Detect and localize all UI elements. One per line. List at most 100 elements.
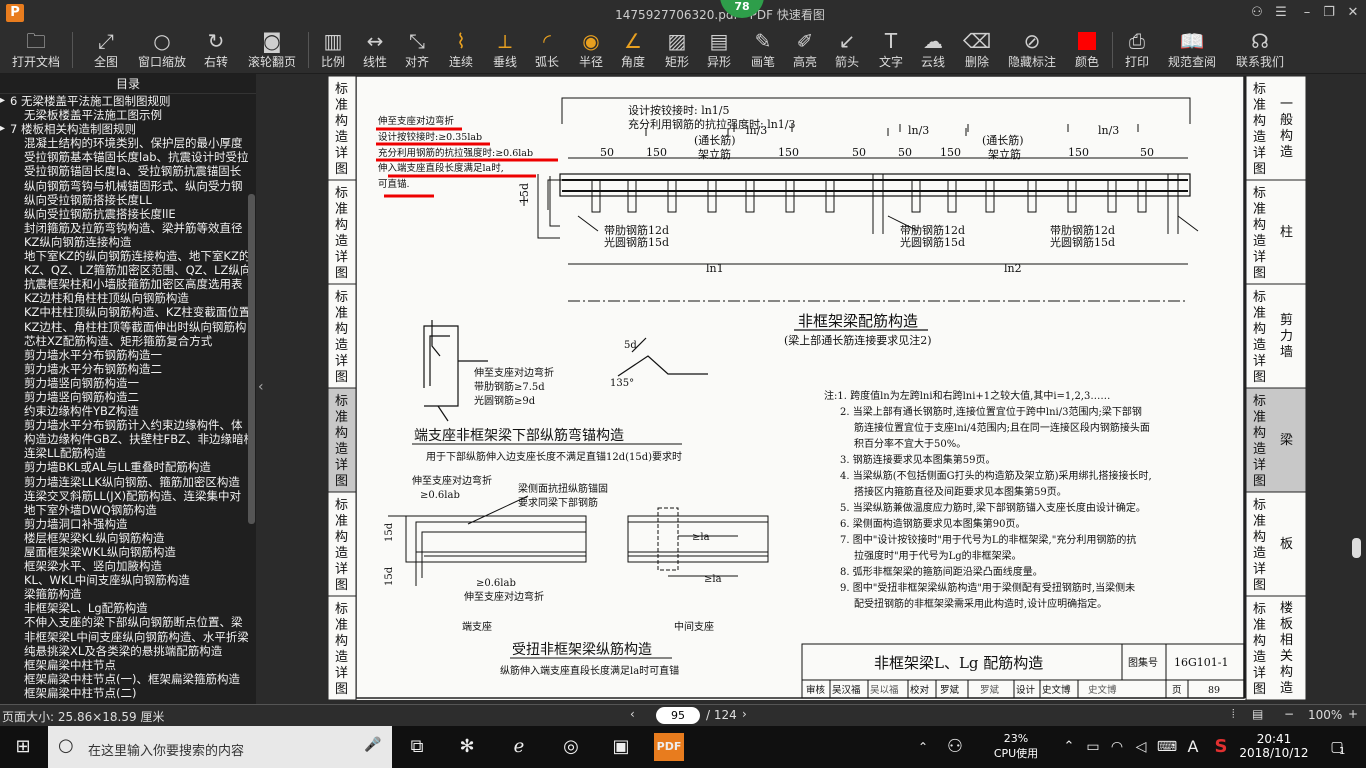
full-view-button[interactable]: ⤢ 全图: [86, 28, 126, 72]
outline-item[interactable]: 框架梁水平、竖向加腋构造: [0, 559, 248, 573]
outline-item[interactable]: 楼层框架梁KL纵向钢筋构造: [0, 531, 248, 545]
outline-item[interactable]: KZ边柱、角柱柱顶等截面伸出时纵向钢筋构: [0, 320, 248, 334]
maximize-button[interactable]: ❐: [1320, 4, 1338, 22]
outline-item[interactable]: 约束边缘构件YBZ构造: [0, 404, 248, 418]
outline-item[interactable]: 屋面框架梁WKL纵向钢筋构造: [0, 545, 248, 559]
radius-button[interactable]: ◉ 半径: [574, 28, 608, 72]
cpu-monitor[interactable]: 23% CPU使用: [990, 726, 1042, 768]
outline-item[interactable]: 构造边缘构件GBZ、扶壁柱FBZ、非边缘暗柱: [0, 432, 248, 446]
outline-item[interactable]: 框架扁梁中柱节点(二): [0, 686, 248, 700]
delete-button[interactable]: ⌫ 删除: [960, 28, 994, 72]
menu-icon[interactable]: ☰: [1272, 4, 1290, 22]
windows-start-icon[interactable]: ⊞: [8, 733, 38, 761]
text-button[interactable]: T 文字: [874, 28, 908, 72]
sogou-ime-icon[interactable]: S: [1206, 733, 1236, 761]
linear-button[interactable]: ↔ 线性: [358, 28, 392, 72]
outline-item[interactable]: 剪力墙水平分布钢筋构造二: [0, 362, 248, 376]
sidebar-scrollbar[interactable]: [248, 194, 255, 524]
outline-item[interactable]: 框架扁梁中柱节点: [0, 658, 248, 672]
taskbar-search-box[interactable]: ○ 在这里输入你要搜索的内容 🎤: [48, 726, 392, 768]
outline-item[interactable]: KZ边柱和角柱柱顶纵向钢筋构造: [0, 291, 248, 305]
outline-item[interactable]: 剪力墙洞口补强构造: [0, 517, 248, 531]
outline-item[interactable]: 受拉钢筋基本锚固长度lab、抗震设计时受拉: [0, 150, 248, 164]
outline-item[interactable]: 梁箍筋构造: [0, 587, 248, 601]
people-icon[interactable]: ⚇: [940, 733, 970, 761]
minimize-button[interactable]: –: [1298, 4, 1316, 22]
outline-item[interactable]: 纵向钢筋弯钩与机械锚固形式、纵向受力钢: [0, 179, 248, 193]
outline-item[interactable]: 剪力墙竖向钢筋构造二: [0, 390, 248, 404]
outline-item[interactable]: 混凝土结构的环境类别、保护层的最小厚度: [0, 136, 248, 150]
outline-item[interactable]: KZ中柱柱顶纵向钢筋构造、KZ柱变截面位置: [0, 305, 248, 319]
outline-item[interactable]: 剪力墙连梁LLK纵向钢筋、箍筋加密区构造: [0, 475, 248, 489]
highlight-button[interactable]: ✐ 高亮: [788, 28, 822, 72]
collapse-sidebar-button[interactable]: ‹: [256, 74, 268, 706]
rectangle-button[interactable]: ▨ 矩形: [660, 28, 694, 72]
notification-icon[interactable]: ▢: [1322, 733, 1352, 761]
outline-item[interactable]: 纵向受拉钢筋抗震搭接长度llE: [0, 207, 248, 221]
outline-item[interactable]: 纵向受拉钢筋搭接长度LL: [0, 193, 248, 207]
outline-item[interactable]: 封闭箍筋及拉筋弯钩构造、梁并筋等效直径: [0, 221, 248, 235]
outline-item[interactable]: 非框架梁L、Lg配筋构造: [0, 601, 248, 615]
perpendicular-button[interactable]: ⟂ 垂线: [488, 28, 522, 72]
ime-indicator[interactable]: A: [1178, 733, 1208, 761]
browser-360-icon[interactable]: ◎: [556, 733, 586, 761]
tray-chevron-icon[interactable]: ⌃: [908, 733, 938, 761]
outline-item[interactable]: KL、WKL中间支座纵向钢筋构造: [0, 573, 248, 587]
task-view-icon[interactable]: ⧉: [402, 733, 432, 761]
angle-button[interactable]: ∠ 角度: [616, 28, 650, 72]
single-page-icon[interactable]: ▤: [1252, 707, 1263, 721]
wheel-page-button[interactable]: ◙ 滚轮翻页: [244, 28, 300, 72]
pen-button[interactable]: ✎ 画笔: [746, 28, 780, 72]
clock[interactable]: 20:41 2018/10/12: [1236, 726, 1312, 768]
outline-item[interactable]: KZ、QZ、LZ箍筋加密区范围、QZ、LZ纵向钢: [0, 263, 248, 277]
outline-item[interactable]: 地下室KZ的纵向钢筋连接构造、地下室KZ的: [0, 249, 248, 263]
outline-item[interactable]: 连梁LL配筋构造: [0, 446, 248, 460]
print-button[interactable]: ⎙ 打印: [1120, 28, 1154, 72]
outline-item[interactable]: 地下室外墙DWQ钢筋构造: [0, 503, 248, 517]
outline-item[interactable]: 剪力墙BKL或AL与LL重叠时配筋构造: [0, 460, 248, 474]
ie-browser-icon[interactable]: ℯ: [504, 733, 534, 761]
arrow-button[interactable]: ↙ 箭头: [830, 28, 864, 72]
outline-item[interactable]: 剪力墙水平分布钢筋构造一: [0, 348, 248, 362]
hide-annotations-button[interactable]: ⊘ 隐藏标注: [1004, 28, 1060, 72]
close-button[interactable]: ✕: [1344, 4, 1362, 22]
polygon-button[interactable]: ▤ 异形: [702, 28, 736, 72]
align-button[interactable]: ⤡ 对齐: [400, 28, 434, 72]
page-number-input[interactable]: 95: [656, 707, 700, 724]
outline-item[interactable]: 非框架梁L中间支座纵向钢筋构造、水平折梁: [0, 630, 248, 644]
open-document-button[interactable]: 🗀 打开文档: [8, 28, 64, 72]
outline-item[interactable]: 剪力墙竖向钢筋构造一: [0, 376, 248, 390]
outline-item[interactable]: 剪力墙水平分布钢筋计入约束边缘构件、体: [0, 418, 248, 432]
pdf-viewer-taskbar-icon[interactable]: PDF: [654, 733, 684, 761]
spec-lookup-button[interactable]: 📖 规范查阅: [1164, 28, 1220, 72]
next-page-icon[interactable]: ›: [742, 707, 747, 721]
document-scrollbar[interactable]: [1352, 538, 1361, 558]
outline-item[interactable]: 连梁交叉斜筋LL(JX)配筋构造、连梁集中对: [0, 489, 248, 503]
microphone-icon[interactable]: 🎤: [364, 737, 381, 753]
outline-item[interactable]: 不伸入支座的梁下部纵向钢筋断点位置、梁: [0, 615, 248, 629]
zoom-in-icon[interactable]: +: [1348, 707, 1358, 721]
outline-item[interactable]: 无梁板楼盖平法施工图示例: [0, 108, 248, 122]
outline-item[interactable]: KZ纵向钢筋连接构造: [0, 235, 248, 249]
rotate-right-button[interactable]: ↻ 右转: [198, 28, 234, 72]
scale-button[interactable]: ▥ 比例: [316, 28, 350, 72]
user-icon[interactable]: ⚇: [1248, 4, 1266, 22]
fan-app-icon[interactable]: ✻: [452, 733, 482, 761]
contact-us-button[interactable]: ☊ 联系我们: [1232, 28, 1288, 72]
file-app-icon[interactable]: ▣: [606, 733, 636, 761]
outline-item[interactable]: 受拉钢筋锚固长度la、受拉钢筋抗震锚固长: [0, 164, 248, 178]
outline-item[interactable]: 框架扁梁中柱节点(一)、框架扁梁箍筋构造: [0, 672, 248, 686]
zoom-out-icon[interactable]: −: [1284, 707, 1294, 721]
color-button[interactable]: 颜色: [1070, 28, 1104, 72]
cloud-button[interactable]: ☁ 云线: [916, 28, 950, 72]
outline-item[interactable]: 抗震框架柱和小墙肢箍筋加密区高度选用表: [0, 277, 248, 291]
outline-item[interactable]: 芯柱XZ配筋构造、矩形箍筋复合方式: [0, 334, 248, 348]
arc-length-button[interactable]: ◜ 弧长: [530, 28, 564, 72]
prev-page-icon[interactable]: ‹: [630, 707, 635, 721]
outline-item[interactable]: 6 无梁楼盖平法施工图制图规则: [0, 94, 248, 108]
outline-item[interactable]: 7 楼板相关构造制图规则: [0, 122, 248, 136]
continuous-button[interactable]: ⌇ 连续: [444, 28, 478, 72]
continuous-view-icon[interactable]: ⦙: [1232, 707, 1235, 722]
outline-item[interactable]: 纯悬挑梁XL及各类梁的悬挑端配筋构造: [0, 644, 248, 658]
pdf-page[interactable]: 标准构造详图标准构造详图标准构造详图标准构造详图标准构造详图标准构造详图 标准构…: [328, 76, 1306, 700]
